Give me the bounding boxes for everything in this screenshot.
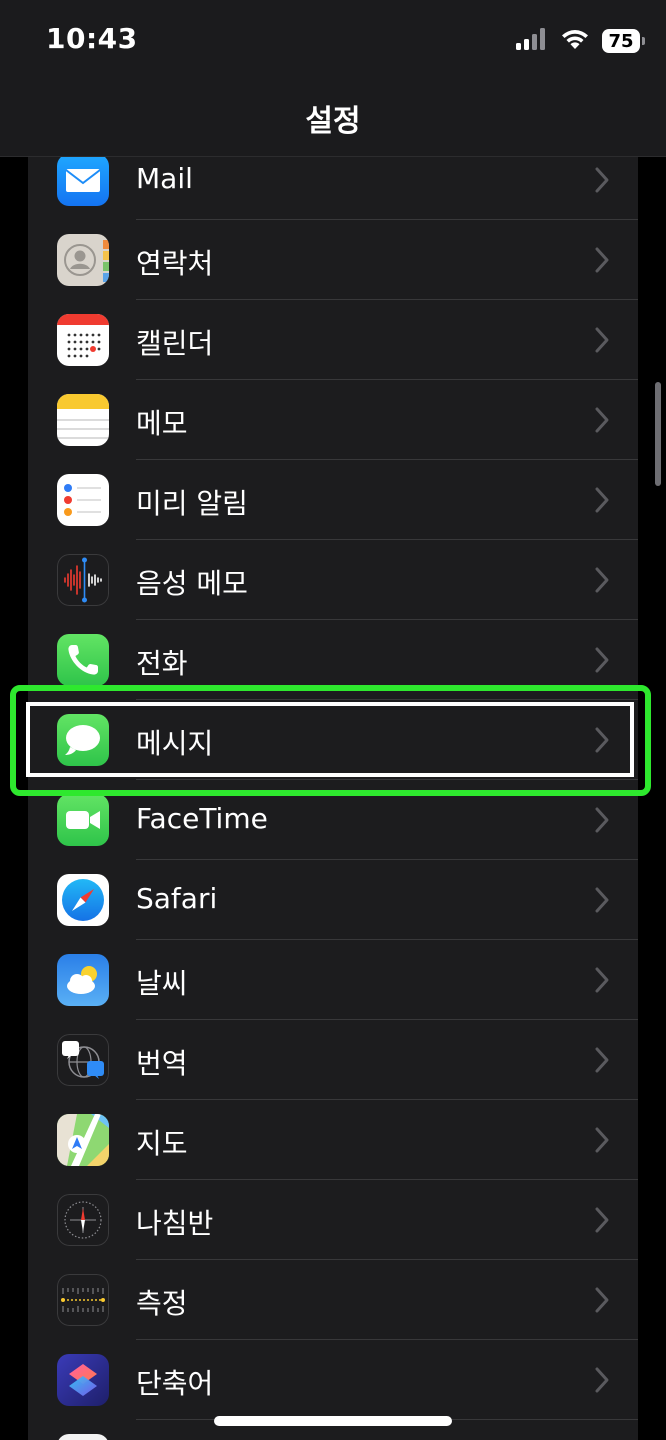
settings-row-label: 나침반: [136, 1207, 214, 1240]
settings-screen: 10:43 75 설정 Mail 연락처 캘린더 메모 미리 알림 음성 메모 …: [0, 0, 666, 1440]
settings-row-label: 측정: [136, 1287, 188, 1320]
contacts-icon: [57, 234, 109, 286]
settings-row-shortcuts[interactable]: 단축어: [28, 1340, 638, 1420]
settings-row-label: 메시지: [136, 727, 214, 760]
navigation-bar: 설정: [0, 80, 666, 157]
settings-row-label: Mail: [136, 162, 193, 195]
settings-row-label: 음성 메모: [136, 567, 248, 600]
home-indicator[interactable]: [214, 1416, 452, 1426]
translate-icon: [57, 1034, 109, 1086]
settings-row-label: 캘린더: [136, 327, 214, 360]
settings-row-label: 메모: [136, 407, 188, 440]
settings-row-label: 연락처: [136, 247, 214, 280]
chevron-right-icon: [595, 647, 609, 673]
settings-row-contacts[interactable]: 연락처: [28, 220, 638, 300]
settings-list-content: Mail 연락처 캘린더 메모 미리 알림 음성 메모 전화 메시지 FaceT…: [28, 157, 638, 1440]
status-time: 10:43: [46, 22, 138, 55]
status-bar: 10:43 75: [0, 0, 666, 80]
settings-row-label: 단축어: [136, 1367, 214, 1400]
chevron-right-icon: [595, 327, 609, 353]
settings-row-label: 전화: [136, 647, 188, 680]
facetime-icon: [57, 794, 109, 846]
app-icon: [57, 1434, 109, 1440]
settings-row-compass[interactable]: 나침반: [28, 1180, 638, 1260]
settings-row-safari[interactable]: Safari: [28, 860, 638, 940]
settings-row-label: 미리 알림: [136, 487, 248, 520]
settings-row-maps[interactable]: 지도: [28, 1100, 638, 1180]
chevron-right-icon: [595, 247, 609, 273]
settings-row-label: 지도: [136, 1127, 188, 1160]
chevron-right-icon: [595, 727, 609, 753]
chevron-right-icon: [595, 567, 609, 593]
phone-icon: [57, 634, 109, 686]
status-icons: 75: [516, 26, 645, 56]
settings-row-notes[interactable]: 메모: [28, 380, 638, 460]
settings-row-reminders[interactable]: 미리 알림: [28, 460, 638, 540]
measure-icon: [57, 1274, 109, 1326]
weather-icon: [57, 954, 109, 1006]
wifi-icon: [560, 28, 590, 54]
cellular-signal-icon: [516, 28, 548, 54]
chevron-right-icon: [595, 1047, 609, 1073]
chevron-right-icon: [595, 1127, 609, 1153]
chevron-right-icon: [595, 967, 609, 993]
battery-level: 75: [608, 30, 634, 52]
page-title: 설정: [305, 104, 361, 139]
chevron-right-icon: [595, 807, 609, 833]
reminders-icon: [57, 474, 109, 526]
mail-icon: [57, 157, 109, 206]
settings-row-measure[interactable]: 측정: [28, 1260, 638, 1340]
settings-row-translate[interactable]: 번역: [28, 1020, 638, 1100]
notes-icon: [57, 394, 109, 446]
settings-row-phone[interactable]: 전화: [28, 620, 638, 700]
settings-row-messages[interactable]: 메시지: [28, 700, 638, 780]
settings-row-label: 날씨: [136, 967, 188, 1000]
battery-icon: 75: [602, 29, 645, 53]
settings-row-label: FaceTime: [136, 802, 268, 835]
voice-memos-icon: [57, 554, 109, 606]
safari-icon: [57, 874, 109, 926]
chevron-right-icon: [595, 407, 609, 433]
chevron-right-icon: [595, 167, 609, 193]
settings-row-mail[interactable]: Mail: [28, 157, 638, 220]
calendar-icon: [57, 314, 109, 366]
settings-row-label: Safari: [136, 882, 218, 915]
chevron-right-icon: [595, 1367, 609, 1393]
settings-row-voice-memos[interactable]: 음성 메모: [28, 540, 638, 620]
settings-row-weather[interactable]: 날씨: [28, 940, 638, 1020]
settings-row-label: 번역: [136, 1047, 188, 1080]
chevron-right-icon: [595, 887, 609, 913]
settings-row-calendar[interactable]: 캘린더: [28, 300, 638, 380]
scroll-indicator: [655, 382, 661, 486]
chevron-right-icon: [595, 1287, 609, 1313]
shortcuts-icon: [57, 1354, 109, 1406]
compass-icon: [57, 1194, 109, 1246]
maps-icon: [57, 1114, 109, 1166]
settings-row-facetime[interactable]: FaceTime: [28, 780, 638, 860]
messages-icon: [57, 714, 109, 766]
chevron-right-icon: [595, 1207, 609, 1233]
settings-list[interactable]: Mail 연락처 캘린더 메모 미리 알림 음성 메모 전화 메시지 FaceT…: [28, 157, 638, 1440]
chevron-right-icon: [595, 487, 609, 513]
